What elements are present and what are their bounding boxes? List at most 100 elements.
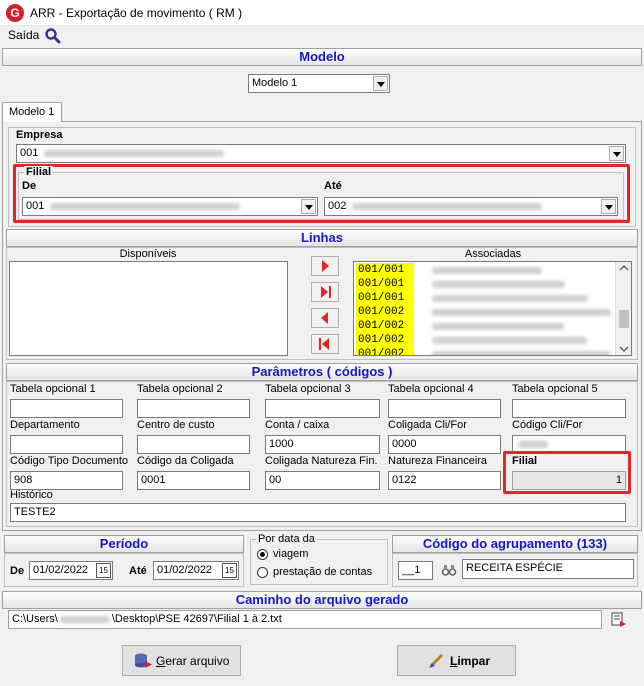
filial-ate-select[interactable]: 002 [324, 197, 618, 216]
app-logo-icon: G [6, 4, 24, 22]
redacted-text [432, 281, 565, 288]
chevron-down-icon[interactable] [301, 199, 316, 214]
param-label: Código Cli/For [512, 419, 583, 431]
param-input[interactable]: 1000 [265, 435, 380, 454]
redacted-text [432, 323, 564, 330]
param-input[interactable] [10, 435, 123, 454]
param-input[interactable]: 908 [10, 471, 123, 490]
param-input[interactable] [388, 399, 501, 418]
eraser-icon [429, 653, 444, 668]
param-input[interactable]: 0000 [388, 435, 501, 454]
filial-de-label: De [22, 180, 37, 192]
agrupamento-header: Código do agrupamento (133) [392, 535, 638, 553]
chevron-down-icon[interactable] [601, 199, 616, 214]
param-label: Coligada Natureza Fin. [265, 455, 378, 467]
tab-modelo-1[interactable]: Modelo 1 [2, 102, 62, 122]
empresa-label: Empresa [16, 129, 63, 141]
move-all-left-button[interactable] [311, 334, 339, 354]
radio-viagem-label: viagem [273, 548, 309, 560]
associadas-label: Associadas [464, 248, 522, 260]
menu-bar: Saída [0, 26, 644, 46]
scrollbar-arrows-icon [619, 264, 629, 353]
redacted-text [432, 295, 588, 302]
filial-de-select[interactable]: 001 [22, 197, 318, 216]
move-right-button[interactable] [311, 256, 339, 276]
redacted-text [518, 440, 548, 448]
gerar-button-accel: G [156, 654, 166, 668]
menu-item-saida[interactable]: Saída [8, 28, 39, 42]
arrow-right-icon [322, 260, 329, 272]
agrupamento-desc-input[interactable]: RECEITA ESPÉCIE [462, 559, 634, 579]
periodo-ate-input[interactable]: 01/02/2022 15 [153, 561, 239, 580]
associadas-scrollbar[interactable] [615, 262, 631, 355]
param-label: Código Tipo Documento [10, 455, 129, 467]
calendar-icon[interactable]: 15 [96, 563, 111, 578]
binoculars-icon[interactable] [441, 562, 457, 578]
parametros-header: Parâmetros ( códigos ) [6, 363, 638, 381]
param-label: Coligada Cli/For [388, 419, 467, 431]
redacted-text [432, 351, 610, 355]
param-input[interactable]: 0001 [137, 471, 250, 490]
associada-code: 001/002 [356, 347, 414, 355]
param-input[interactable] [10, 399, 123, 418]
por-data-label: Por data da [256, 533, 317, 545]
list-item[interactable]: 001/002 [356, 305, 616, 319]
move-left-button[interactable] [311, 308, 339, 328]
param-input[interactable]: 0122 [388, 471, 501, 490]
associada-code: 001/001 [356, 277, 414, 291]
periodo-de-label: De [10, 565, 25, 577]
search-icon[interactable] [44, 27, 62, 45]
redacted-text [352, 202, 543, 210]
historico-input[interactable]: TESTE2 [10, 503, 626, 522]
linhas-header: Linhas [6, 229, 638, 247]
param-label: Natureza Financeira [388, 455, 488, 467]
periodo-de-value: 01/02/2022 [33, 564, 89, 576]
filial-group-label: Filial [24, 166, 54, 178]
associadas-list[interactable]: 001/001 001/001 001/001 001/002 001/002 001/0… [353, 261, 632, 356]
periodo-ate-label: Até [129, 565, 147, 577]
file-export-icon[interactable] [610, 611, 627, 628]
associada-code: 001/002 [356, 333, 414, 347]
modelo-select[interactable]: Modelo 1 [248, 74, 390, 93]
list-item[interactable]: 001/002 [356, 319, 616, 333]
empresa-select-value: 001 [20, 147, 39, 159]
calendar-icon[interactable]: 15 [222, 563, 237, 578]
chevron-down-icon[interactable] [373, 76, 388, 91]
redacted-text [50, 202, 241, 210]
disponiveis-list[interactable] [9, 261, 288, 356]
periodo-de-input[interactable]: 01/02/2022 15 [29, 561, 113, 580]
param-label: Centro de custo [137, 419, 215, 431]
gerar-arquivo-button[interactable]: Gerar arquivo [122, 645, 241, 676]
redacted-text [432, 309, 611, 316]
chevron-down-icon[interactable] [609, 146, 624, 161]
caminho-path-input[interactable]: C:\Users\ \Desktop\PSE 42697\Filial 1 à 2… [8, 610, 602, 629]
list-item[interactable]: 001/002 [356, 333, 616, 347]
window-title: ARR - Exportação de movimento ( RM ) [30, 6, 243, 20]
param-input[interactable] [137, 399, 250, 418]
param-input[interactable] [512, 399, 626, 418]
agrupamento-code-input[interactable]: __1 [398, 561, 433, 580]
limpar-button[interactable]: Limpar [397, 645, 516, 676]
list-item[interactable]: 001/001 [356, 291, 616, 305]
param-label: Departamento [10, 419, 80, 431]
database-export-icon [135, 653, 152, 668]
caminho-header: Caminho do arquivo gerado [2, 591, 642, 609]
radio-prestacao[interactable] [257, 567, 268, 578]
title-bar: G ARR - Exportação de movimento ( RM ) [0, 0, 644, 26]
param-input[interactable] [137, 435, 250, 454]
param-label: Conta / caixa [265, 419, 330, 431]
param-input[interactable]: 00 [265, 471, 380, 490]
filial-ate-value: 002 [328, 200, 347, 212]
caminho-path-prefix: C:\Users\ [12, 613, 58, 625]
param-input[interactable] [265, 399, 380, 418]
redacted-text [432, 337, 587, 344]
radio-viagem[interactable] [257, 549, 268, 560]
associada-code: 001/001 [356, 263, 414, 277]
list-item[interactable]: 001/001 [356, 263, 616, 277]
list-item[interactable]: 001/002 [356, 347, 616, 355]
move-all-right-button[interactable] [311, 282, 339, 302]
filial-de-value: 001 [26, 200, 45, 212]
list-item[interactable]: 001/001 [356, 277, 616, 291]
historico-label: Histórico [10, 489, 53, 501]
empresa-select[interactable]: 001 [16, 144, 626, 163]
